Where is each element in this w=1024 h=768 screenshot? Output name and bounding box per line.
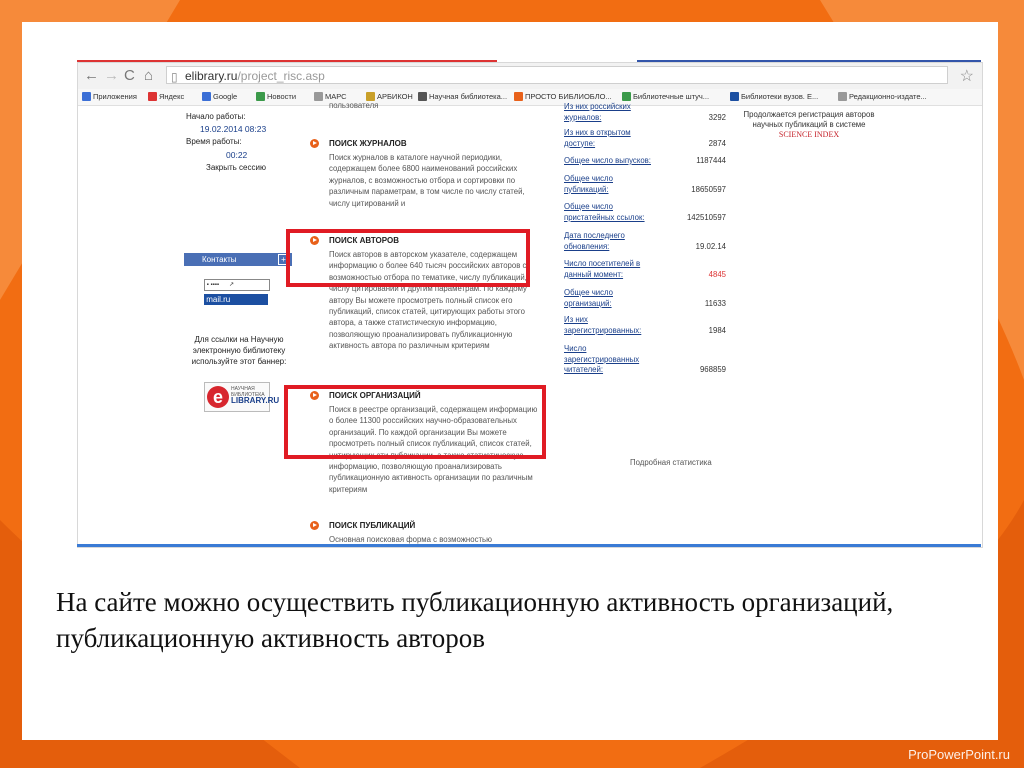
stat-label[interactable]: Дата последнего обновления: bbox=[564, 231, 625, 252]
section-desc: Поиск журналов в каталоге научной период… bbox=[329, 153, 525, 208]
bookmark-item[interactable]: Google bbox=[202, 92, 237, 101]
bookmark-icon bbox=[256, 92, 265, 101]
bookmark-label: Новости bbox=[267, 92, 297, 101]
bookmark-item[interactable]: Редакционно-издате... bbox=[838, 92, 927, 101]
stat-value: 19.02.14 bbox=[695, 241, 726, 251]
address-bar: ← → C ⌂ ▯ elibrary.ru/project_risc.asp ☆ bbox=[78, 63, 982, 90]
home-icon[interactable]: ⌂ bbox=[144, 67, 153, 84]
counter-mail[interactable]: mail.ru bbox=[204, 294, 268, 305]
elibrary-page: пользователя Начало работы: 19.02.2014 0… bbox=[78, 101, 982, 547]
bookmark-icon bbox=[148, 92, 157, 101]
banner-text: Для ссылки на Научную электронную библио… bbox=[191, 335, 287, 366]
back-icon[interactable]: ← bbox=[84, 67, 99, 84]
contacts-button[interactable]: Контакты + bbox=[184, 253, 292, 266]
url-host: elibrary.ru bbox=[185, 69, 238, 83]
bookmark-label: Яндекс bbox=[159, 92, 185, 101]
arrow-bullet-icon bbox=[310, 521, 319, 530]
bookmark-item[interactable]: Приложения bbox=[82, 92, 137, 101]
url-field[interactable]: ▯ elibrary.ru/project_risc.asp bbox=[166, 66, 948, 84]
top-fragment: пользователя bbox=[329, 101, 379, 110]
banner-name: LIBRARY.RU bbox=[231, 396, 280, 405]
slide-caption: На сайте можно осуществить публикационну… bbox=[56, 587, 894, 653]
bookmark-icon bbox=[838, 92, 847, 101]
bookmark-item[interactable]: Яндекс bbox=[148, 92, 184, 101]
elibrary-logo-icon: e bbox=[207, 386, 229, 408]
section-title[interactable]: ПОИСК ПУБЛИКАЦИЙ bbox=[329, 521, 415, 530]
stat-value: 18650597 bbox=[691, 184, 726, 194]
start-label: Начало работы: bbox=[186, 112, 246, 121]
bookmark-label: Библиотечные штуч... bbox=[633, 92, 710, 101]
stat-value: 3292 bbox=[708, 112, 726, 122]
registration-notice: Продолжается регистрация авторов научных… bbox=[736, 110, 882, 140]
counter-rambler[interactable]: ▪ ▪▪▪▪ ↗ bbox=[204, 279, 270, 291]
science-index-link[interactable]: SCIENCE INDEX bbox=[779, 130, 839, 139]
bookmark-icon bbox=[82, 92, 91, 101]
brand-watermark: ProPowerPoint.ru bbox=[908, 747, 1010, 762]
stat-value: 2874 bbox=[708, 138, 726, 148]
browser-screenshot: ← → C ⌂ ▯ elibrary.ru/project_risc.asp ☆ … bbox=[77, 62, 983, 548]
detailed-stats-link[interactable]: Подробная статистика bbox=[630, 458, 712, 467]
start-value: 19.02.2014 08:23 bbox=[200, 124, 267, 134]
bookmark-item[interactable]: Библиотечные штуч... bbox=[622, 92, 709, 101]
section-title[interactable]: ПОИСК ЖУРНАЛОВ bbox=[329, 139, 407, 148]
time-value: 00:22 bbox=[226, 150, 248, 160]
stat-label[interactable]: Общее число публикаций: bbox=[564, 174, 613, 195]
stat-label[interactable]: Число посетителей в данный момент: bbox=[564, 259, 640, 280]
stat-label[interactable]: Общее число пристатейных ссылок: bbox=[564, 202, 645, 223]
stat-label[interactable]: Из них российских журналов: bbox=[564, 102, 631, 123]
elibrary-banner[interactable]: e НАУЧНАЯ БИБЛИОТЕКА LIBRARY.RU bbox=[204, 382, 279, 412]
stat-value: 1187444 bbox=[696, 156, 726, 165]
stat-label[interactable]: Общее число организаций: bbox=[564, 288, 613, 309]
counter-mail-label: mail.ru bbox=[206, 295, 231, 304]
bookmark-icon bbox=[730, 92, 739, 101]
registration-text: Продолжается регистрация авторов научных… bbox=[743, 110, 875, 129]
time-label: Время работы: bbox=[186, 137, 242, 146]
stat-value: 968859 bbox=[699, 365, 726, 374]
close-session-link[interactable]: Закрыть сессию bbox=[206, 163, 266, 172]
bookmark-label: Редакционно-издате... bbox=[849, 92, 927, 101]
page-icon: ▯ bbox=[171, 70, 178, 84]
highlight-authors bbox=[286, 229, 530, 287]
bookmark-item[interactable]: Библиотеки вузов. Е... bbox=[730, 92, 818, 101]
stat-label[interactable]: Общее число выпусков: bbox=[564, 156, 651, 167]
bookmark-icon bbox=[314, 92, 323, 101]
stat-value: 11633 bbox=[704, 298, 726, 308]
bookmark-item[interactable]: Новости bbox=[256, 92, 296, 101]
bookmark-icon bbox=[622, 92, 631, 101]
stat-label[interactable]: Из них в открытом доступе: bbox=[564, 128, 631, 149]
stat-value: 4845 bbox=[708, 269, 726, 279]
highlight-orgs bbox=[284, 385, 546, 459]
bookmark-label: Google bbox=[213, 92, 238, 101]
contacts-label: Контакты bbox=[202, 255, 237, 264]
bookmark-icon bbox=[202, 92, 211, 101]
bookmark-star-icon[interactable]: ☆ bbox=[960, 66, 974, 86]
forward-icon[interactable]: → bbox=[104, 67, 119, 84]
stat-label[interactable]: Из них зарегистрированных: bbox=[564, 315, 641, 336]
bookmark-label: Библиотеки вузов. Е... bbox=[741, 92, 819, 101]
bottom-decor-line bbox=[77, 544, 981, 547]
stat-value: 142510597 bbox=[686, 212, 726, 222]
bookmark-label: Приложения bbox=[93, 92, 137, 101]
url-path: /project_risc.asp bbox=[237, 69, 325, 83]
reload-icon[interactable]: C bbox=[124, 67, 135, 84]
stat-label[interactable]: Число зарегистрированных читателей: bbox=[564, 344, 639, 376]
arrow-bullet-icon bbox=[310, 139, 319, 148]
stat-value: 1984 bbox=[708, 325, 726, 335]
